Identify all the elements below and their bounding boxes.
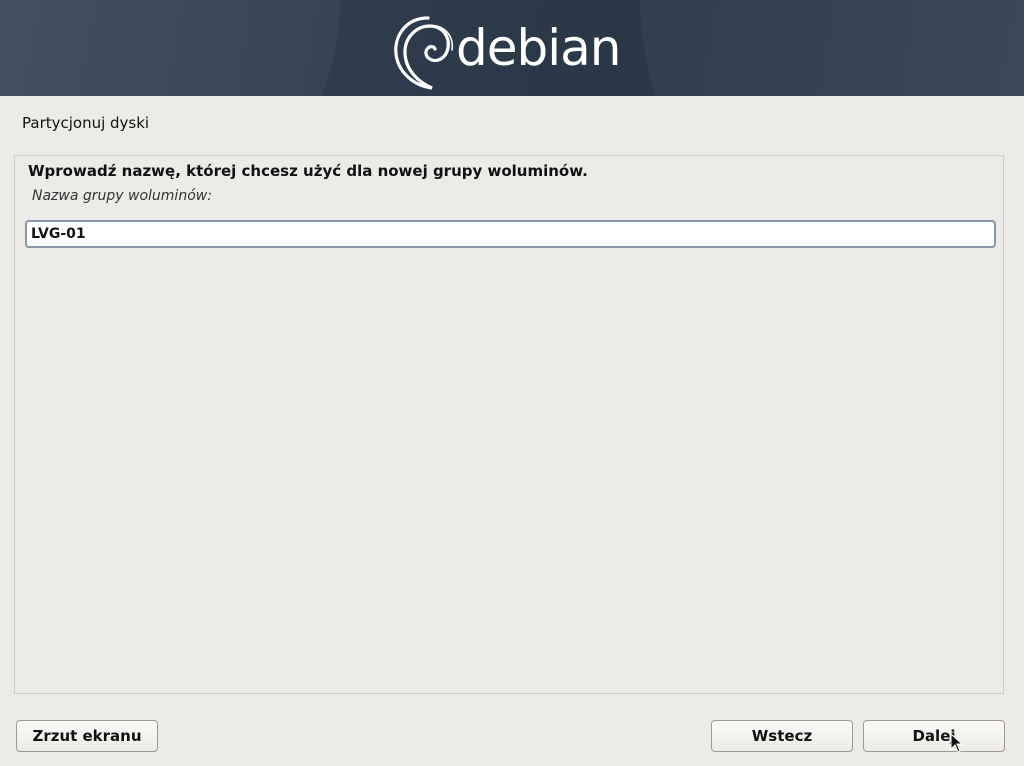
screenshot-button[interactable]: Zrzut ekranu	[16, 720, 158, 752]
debian-logo: debian	[388, 8, 621, 92]
content-panel: Wprowadź nazwę, której chcesz użyć dla n…	[14, 155, 1004, 694]
back-button[interactable]: Wstecz	[711, 720, 853, 752]
debian-logo-text: debian	[456, 19, 621, 77]
page-title: Partycjonuj dyski	[22, 114, 150, 132]
mouse-pointer-icon	[950, 733, 964, 753]
banner-decoration	[0, 0, 340, 96]
debian-swirl-icon	[394, 16, 454, 90]
debian-banner: debian	[0, 0, 1024, 96]
volume-group-name-label: Nazwa grupy woluminów:	[32, 188, 212, 204]
banner-decoration	[640, 0, 1024, 96]
next-button[interactable]: Dalej	[863, 720, 1005, 752]
question-text: Wprowadź nazwę, której chcesz użyć dla n…	[28, 162, 588, 180]
volume-group-name-input[interactable]	[25, 220, 996, 248]
